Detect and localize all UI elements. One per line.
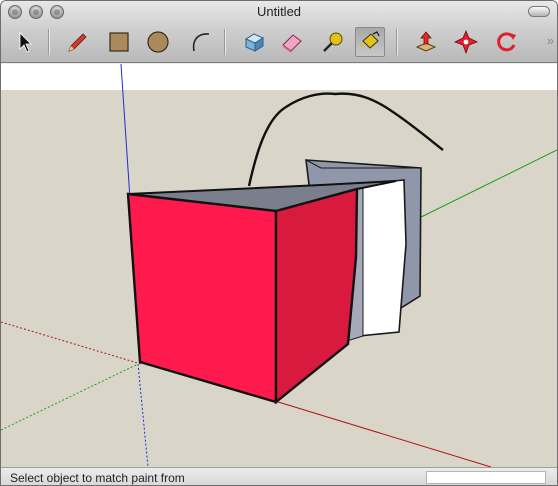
push-pull-icon: [415, 31, 437, 52]
tape-measure-tool-button[interactable]: [318, 27, 348, 57]
eraser-tool-button[interactable]: [277, 27, 307, 57]
tape-measure-icon: [323, 32, 343, 52]
arc-icon: [192, 33, 210, 52]
arrow-cursor-icon: [19, 32, 32, 53]
circle-tool-button[interactable]: [143, 27, 173, 57]
move-icon: [454, 29, 478, 55]
arc-tool-button[interactable]: [185, 27, 215, 57]
rectangle-tool-button[interactable]: [104, 27, 134, 57]
make-component-button[interactable]: [239, 27, 269, 57]
status-message: Select object to match paint from: [10, 471, 185, 485]
rectangle-icon: [109, 32, 129, 52]
eraser-icon: [282, 34, 302, 53]
pencil-icon: [68, 33, 87, 52]
pencil-tool-button[interactable]: [62, 27, 92, 57]
drawing-canvas[interactable]: [1, 64, 557, 467]
paint-bucket-tool-button[interactable]: [355, 27, 385, 57]
status-bar: Select object to match paint from: [1, 467, 557, 485]
rotate-tool-button[interactable]: [491, 27, 521, 57]
push-pull-tool-button[interactable]: [411, 27, 441, 57]
3d-model-view[interactable]: [1, 64, 557, 467]
circle-icon: [147, 31, 169, 53]
paint-bucket-icon: [360, 31, 380, 49]
move-tool-button[interactable]: [451, 27, 481, 57]
component-box-icon: [244, 33, 265, 52]
toolbar-toggle-button[interactable]: [528, 6, 550, 17]
rotate-icon: [497, 32, 516, 52]
title-toolbar: Untitled »: [1, 1, 557, 63]
window-title: Untitled: [256, 4, 302, 19]
sketchup-window: Untitled » Select object to match paint …: [0, 0, 558, 486]
double-chevron-right-icon[interactable]: »: [547, 33, 554, 48]
measurements-box[interactable]: [426, 471, 546, 484]
select-tool-button[interactable]: [9, 27, 39, 57]
